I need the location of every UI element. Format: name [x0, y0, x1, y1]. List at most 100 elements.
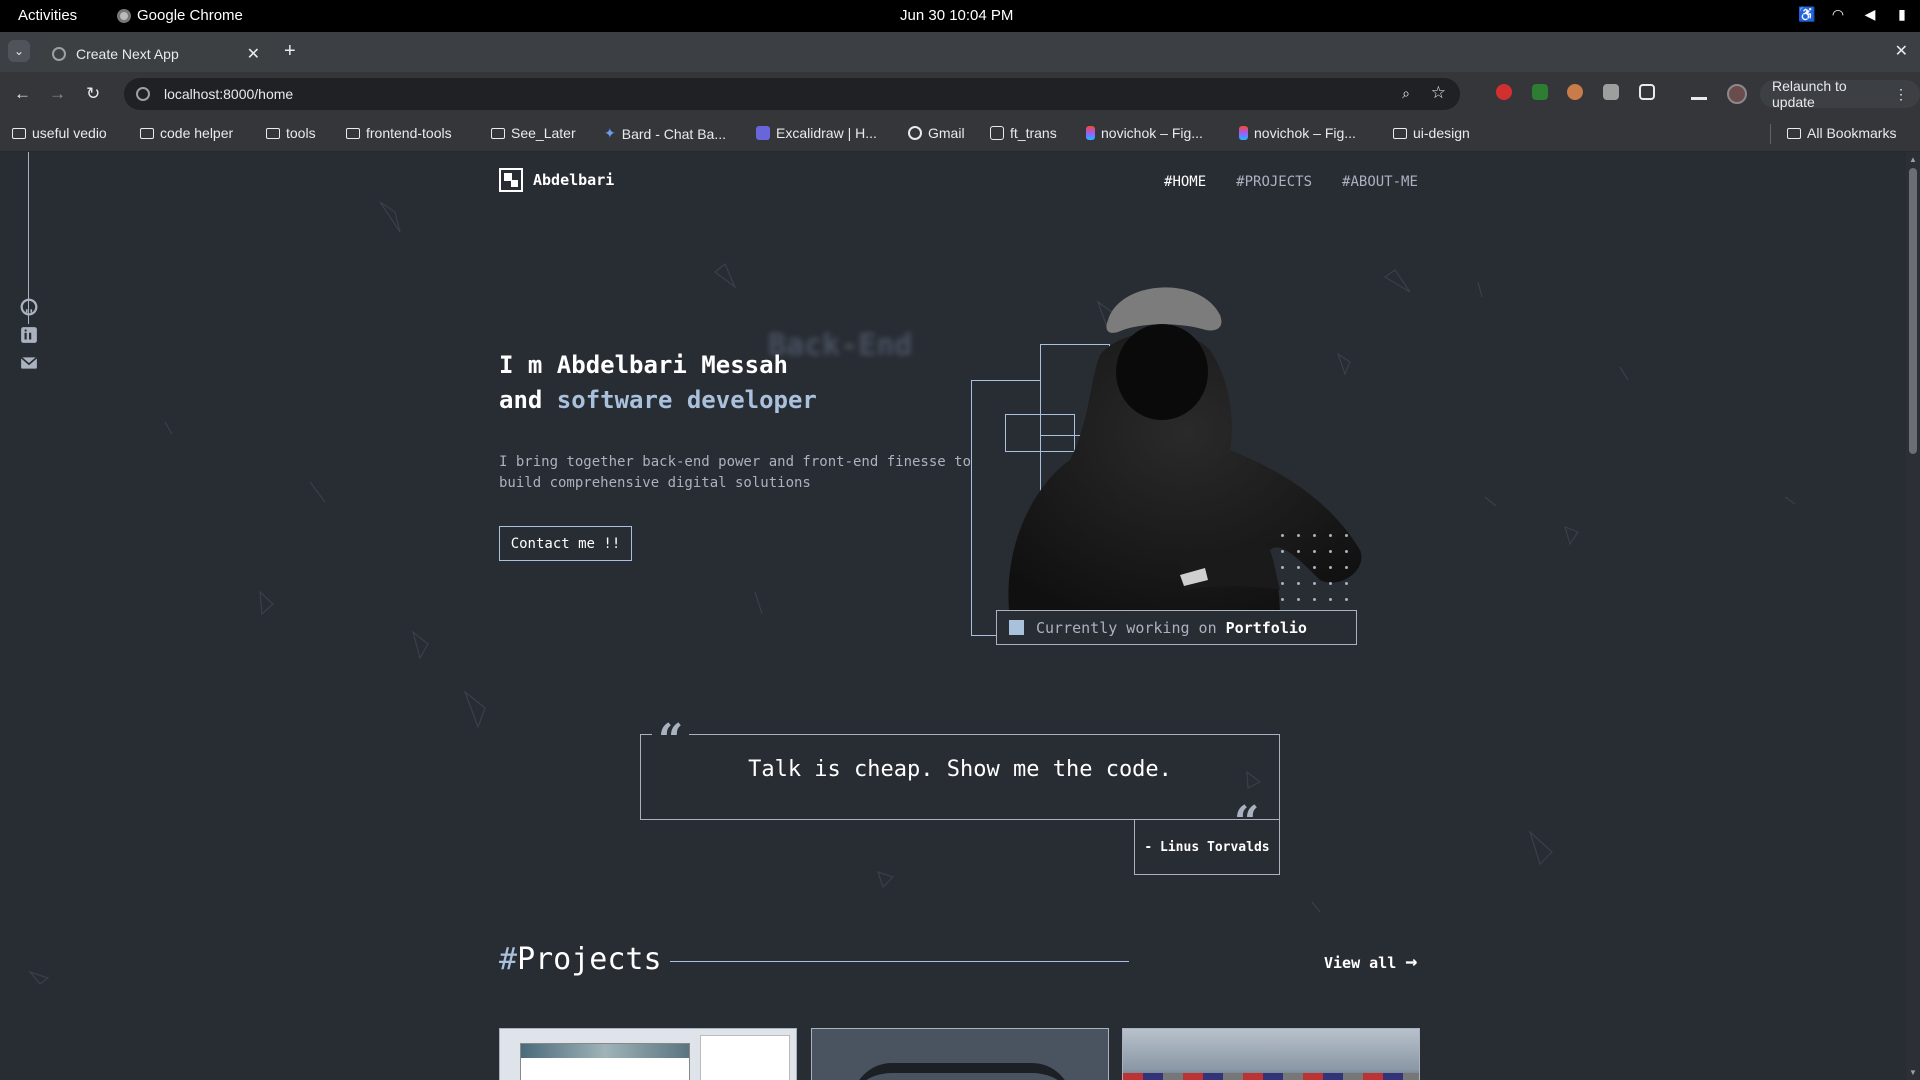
site-logo[interactable]: Abdelbari [499, 168, 614, 192]
activities-button[interactable]: Activities [18, 7, 77, 24]
active-tab[interactable]: Create Next App ✕ [40, 36, 270, 72]
bookmark-item[interactable]: ft_trans [990, 125, 1057, 141]
address-bar[interactable]: localhost:8000/home ⌕ ☆ [124, 78, 1460, 110]
tab-search-button[interactable]: ⌄ [8, 40, 30, 62]
reload-icon[interactable]: ↻ [86, 84, 100, 104]
clock[interactable]: Jun 30 10:04 PM [900, 7, 1013, 24]
wifi-icon[interactable]: ◠ [1830, 6, 1846, 22]
battery-icon[interactable]: ▮ [1894, 6, 1910, 22]
system-tray[interactable]: ♿ ◠ ◀ ▮ [1798, 6, 1910, 22]
bookmark-item[interactable]: novichok – Fig... [1239, 125, 1356, 141]
new-tab-button[interactable]: + [284, 40, 296, 63]
window-close-icon[interactable]: ✕ [1895, 41, 1908, 61]
back-icon[interactable]: ← [14, 84, 31, 104]
projects-section-title: #Projects [499, 942, 662, 977]
section-title-text: Projects [517, 942, 662, 977]
contact-me-button[interactable]: Contact me !! [499, 526, 632, 561]
project-card[interactable] [1122, 1028, 1420, 1080]
folder-icon [266, 127, 280, 139]
hero-title: I m Abdelbari Messah and software develo… [499, 348, 817, 418]
all-bookmarks-label: All Bookmarks [1807, 125, 1897, 141]
extension-adblock-icon[interactable] [1496, 84, 1512, 100]
bookmark-label: Excalidraw | H... [776, 125, 877, 141]
bookmark-label: novichok – Fig... [1101, 125, 1203, 141]
relaunch-label: Relaunch to update [1772, 78, 1847, 110]
bookmark-label: Gmail [928, 125, 965, 141]
project-thumbnail [520, 1043, 690, 1080]
project-thumbnail [1123, 1073, 1419, 1080]
profile-avatar[interactable] [1727, 84, 1747, 104]
arrow-right-icon: → [1405, 949, 1418, 973]
all-bookmarks-button[interactable]: All Bookmarks [1787, 125, 1896, 141]
open-quote-icon: “ [652, 719, 690, 763]
background-particles [28, 201, 1796, 985]
logo-text: Abdelbari [533, 171, 615, 189]
bookmark-item[interactable]: See_Later [491, 125, 576, 141]
view-all-label: View all [1324, 954, 1397, 972]
quote-author: - Linus Torvalds [1134, 819, 1280, 875]
notion-icon [990, 126, 1004, 140]
tab-strip: ⌄ Create Next App ✕ + ✕ [0, 32, 1920, 72]
bookmark-item[interactable]: Excalidraw | H... [756, 125, 877, 141]
nav-label: PROJECTS [1244, 174, 1313, 190]
bookmark-item[interactable]: ✦ Bard - Chat Ba... [604, 125, 726, 142]
folder-icon [491, 127, 505, 139]
scroll-up-icon[interactable]: ▲ [1909, 155, 1917, 164]
nav-label: HOME [1172, 174, 1207, 190]
github-icon[interactable] [20, 298, 38, 316]
quote-text: Talk is cheap. Show me the code. [748, 757, 1172, 782]
accessibility-icon[interactable]: ♿ [1798, 6, 1815, 22]
scroll-down-icon[interactable]: ▼ [1909, 1068, 1917, 1077]
bookmarks-separator [1770, 124, 1771, 144]
email-icon[interactable] [20, 354, 38, 372]
forward-icon[interactable]: → [49, 84, 66, 104]
bookmark-item[interactable]: ui-design [1393, 125, 1470, 141]
bookmark-label: ft_trans [1010, 125, 1057, 141]
nav-home[interactable]: #HOME [1164, 174, 1206, 190]
globe-icon [908, 126, 922, 140]
bookmarks-bar: useful vedio code helper tools frontend-… [0, 116, 1920, 152]
bookmark-item[interactable]: frontend-tools [346, 125, 452, 141]
bookmark-item[interactable]: novichok – Fig... [1086, 125, 1203, 141]
working-text: Currently working on Portfolio [1036, 619, 1307, 637]
bookmark-item[interactable]: useful vedio [12, 125, 107, 141]
extension-cookie-icon[interactable] [1567, 84, 1583, 100]
page-viewport: Abdelbari #HOME #PROJECTS #ABOUT-ME Back… [0, 152, 1906, 1080]
project-thumbnail [852, 1063, 1072, 1080]
volume-icon[interactable]: ◀ [1862, 6, 1878, 22]
chrome-icon [117, 8, 131, 23]
decorative-dots [1281, 534, 1348, 601]
bookmark-item[interactable]: tools [266, 125, 316, 141]
app-menu[interactable]: Google Chrome [117, 7, 243, 24]
close-tab-icon[interactable]: ✕ [247, 44, 260, 64]
extension-shield-icon[interactable] [1532, 84, 1548, 100]
hero-title-line2: and software developer [499, 383, 817, 418]
download-icon[interactable] [1691, 84, 1707, 100]
url-text[interactable]: localhost:8000/home [164, 86, 293, 102]
extensions-puzzle-icon[interactable] [1639, 84, 1655, 100]
site-info-icon[interactable] [136, 87, 150, 101]
logo-icon [499, 168, 523, 192]
bookmark-item[interactable]: code helper [140, 125, 233, 141]
extension-mail-icon[interactable] [1603, 84, 1619, 100]
figma-icon [1239, 126, 1248, 140]
tab-title: Create Next App [76, 46, 179, 62]
working-prefix: Currently working on [1036, 618, 1226, 637]
quote-box: Talk is cheap. Show me the code. [640, 734, 1280, 820]
view-all-link[interactable]: View all → [1324, 949, 1417, 973]
nav-about-me[interactable]: #ABOUT-ME [1342, 174, 1418, 190]
bookmark-star-icon[interactable]: ☆ [1431, 83, 1446, 103]
nav-projects[interactable]: #PROJECTS [1236, 174, 1312, 190]
project-card[interactable] [499, 1028, 797, 1080]
linkedin-icon[interactable] [20, 326, 38, 344]
relaunch-button[interactable]: Relaunch to update ⋮ [1760, 78, 1920, 110]
zoom-icon[interactable]: ⌕ [1402, 85, 1410, 102]
bard-icon: ✦ [604, 125, 616, 141]
project-card[interactable] [811, 1028, 1109, 1080]
bookmark-item[interactable]: Gmail [908, 125, 965, 141]
page-scrollbar[interactable]: ▲ ▼ [1906, 152, 1920, 1080]
folder-icon [1393, 127, 1407, 139]
scrollbar-thumb[interactable] [1909, 168, 1917, 454]
nav-label: ABOUT-ME [1350, 174, 1418, 190]
hero-title-accent: software developer [556, 386, 817, 414]
